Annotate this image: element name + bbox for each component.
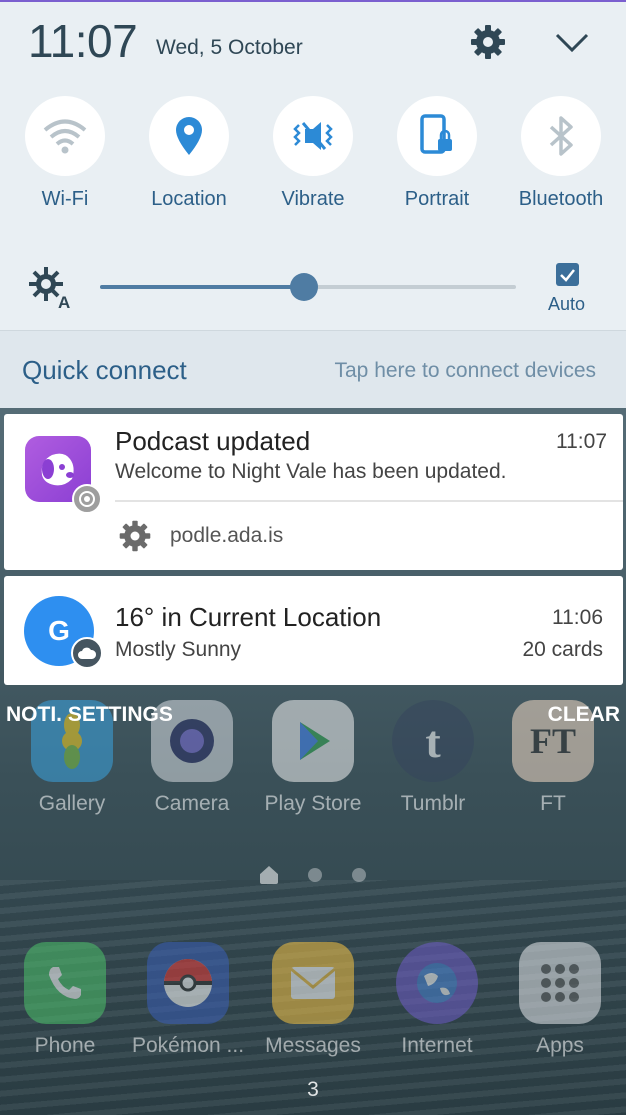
clear-button[interactable]: CLEAR xyxy=(548,703,620,727)
chevron-down-icon[interactable] xyxy=(552,26,592,60)
toggle-bluetooth[interactable]: Bluetooth xyxy=(499,96,623,211)
wifi-icon xyxy=(25,96,105,176)
quick-connect-title: Quick connect xyxy=(22,355,187,385)
location-pin-icon xyxy=(149,96,229,176)
app-label: Play Store xyxy=(264,792,362,815)
cloud-badge-icon xyxy=(71,637,103,669)
notification-title: Podcast updated xyxy=(115,426,311,456)
notification-source[interactable]: podle.ada.is xyxy=(170,524,283,548)
dock-phone[interactable]: Phone xyxy=(5,942,125,1058)
toggle-label: Location xyxy=(151,188,227,210)
notification-weather[interactable]: G 16° in Current Location 11:06 Mostly S… xyxy=(4,576,623,685)
portrait-lock-icon xyxy=(397,96,477,176)
app-label: Phone xyxy=(34,1034,96,1057)
settings-gear-icon[interactable] xyxy=(468,22,508,62)
app-label: Internet xyxy=(401,1034,473,1057)
accent-line xyxy=(0,0,626,2)
notification-text: Welcome to Night Vale has been updated. xyxy=(115,460,507,483)
play-store-icon xyxy=(272,700,354,782)
toggle-portrait[interactable]: Portrait xyxy=(375,96,499,211)
app-label: Messages xyxy=(265,1034,361,1057)
dock-messages[interactable]: Messages xyxy=(253,942,373,1058)
page-indicator xyxy=(0,866,626,884)
site-settings-gear-icon[interactable] xyxy=(117,518,153,554)
dock-pokemon[interactable]: Pokémon ... xyxy=(128,942,248,1058)
toggle-label: Wi-Fi xyxy=(41,188,89,210)
globe-icon xyxy=(396,942,478,1024)
bluetooth-icon xyxy=(521,96,601,176)
divider xyxy=(115,500,623,502)
auto-brightness-checkbox[interactable] xyxy=(556,263,579,286)
quick-connect-bar[interactable]: Quick connect Tap here to connect device… xyxy=(0,330,626,408)
toggle-label: Portrait xyxy=(404,188,470,210)
auto-brightness-label: Auto xyxy=(548,294,586,314)
pokeball-icon xyxy=(147,942,229,1024)
toggle-label: Vibrate xyxy=(281,188,345,210)
chrome-badge-icon xyxy=(72,484,102,514)
notification-card-count: 20 cards xyxy=(522,638,603,661)
brightness-slider-thumb[interactable] xyxy=(289,273,318,301)
clock-time: 11:07 xyxy=(28,15,138,67)
app-tumblr[interactable]: t Tumblr xyxy=(373,700,493,816)
notification-settings-button[interactable]: NOTI. SETTINGS xyxy=(6,703,173,727)
dock-internet[interactable]: Internet xyxy=(377,942,497,1058)
brightness-auto-icon: A xyxy=(28,266,72,312)
notification-title: 16° in Current Location xyxy=(115,602,382,632)
page-number: 3 xyxy=(307,1078,319,1101)
app-label: Pokémon ... xyxy=(131,1034,245,1057)
app-play-store[interactable]: Play Store xyxy=(253,700,373,816)
vibrate-icon xyxy=(273,96,353,176)
notification-text: Mostly Sunny xyxy=(115,638,242,661)
brightness-slider-fill xyxy=(100,285,304,289)
quick-connect-hint: Tap here to connect devices xyxy=(334,359,597,382)
brightness-slider[interactable] xyxy=(100,273,516,301)
home-page-icon xyxy=(260,866,278,884)
phone-icon xyxy=(24,942,106,1024)
messages-icon xyxy=(272,942,354,1024)
notification-podcast[interactable]: Podcast updated 11:07 Welcome to Night V… xyxy=(4,414,623,570)
toggle-wifi[interactable]: Wi-Fi xyxy=(3,96,127,211)
app-label: Gallery xyxy=(38,792,106,815)
toggle-location[interactable]: Location xyxy=(127,96,251,211)
app-label: Apps xyxy=(536,1034,584,1057)
page-dot xyxy=(352,868,366,882)
app-label: Camera xyxy=(154,792,230,815)
dock-apps[interactable]: Apps xyxy=(500,942,620,1058)
toggle-label: Bluetooth xyxy=(518,188,604,210)
google-letter: G xyxy=(48,615,70,646)
clock-date: Wed, 5 October xyxy=(156,36,303,59)
quick-settings-panel: 11:07 Wed, 5 October Wi-Fi Location Vibr… xyxy=(0,0,626,330)
app-label: Tumblr xyxy=(400,792,466,815)
tumblr-icon: t xyxy=(392,700,474,782)
app-label: FT xyxy=(540,792,566,815)
svg-text:A: A xyxy=(58,293,70,310)
toggle-vibrate[interactable]: Vibrate xyxy=(251,96,375,211)
notification-time: 11:06 xyxy=(552,606,603,629)
app-drawer-icon xyxy=(519,942,601,1024)
page-dot xyxy=(308,868,322,882)
notification-time: 11:07 xyxy=(556,430,607,453)
